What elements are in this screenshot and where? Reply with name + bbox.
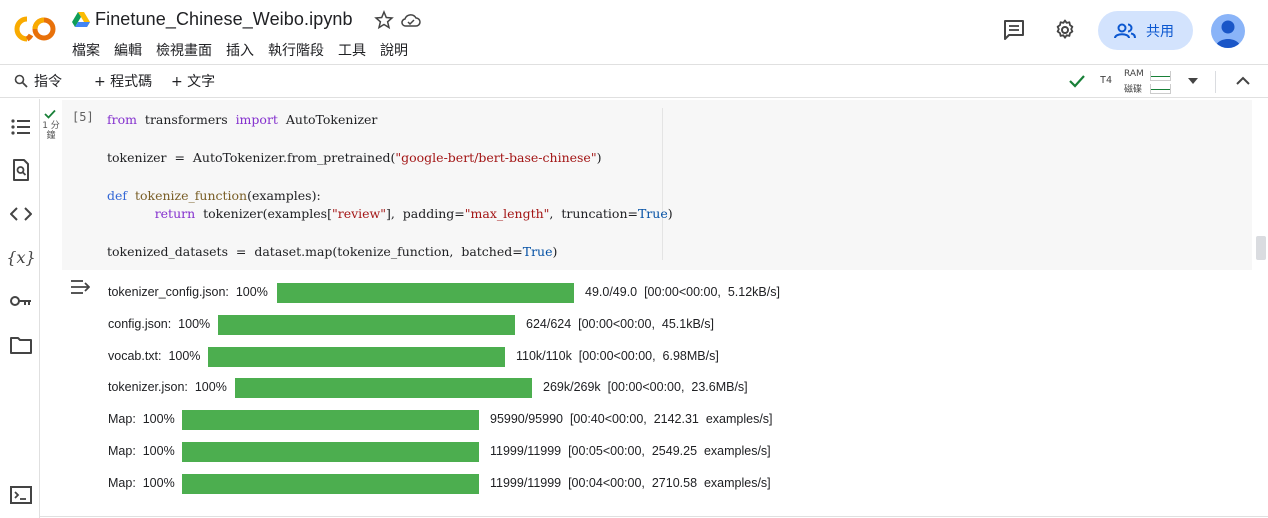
progress-label: config.json: 100% (108, 316, 211, 331)
cell-success-check-icon (44, 109, 56, 119)
progress-label: vocab.txt: 100% (108, 348, 201, 363)
progress-row: vocab.txt: 100% 110k/110k [00:00<00:00, 6… (108, 346, 828, 367)
scrollbar-thumb[interactable] (1256, 236, 1266, 260)
progress-row: Map: 100% 11999/11999 [00:05<00:00, 2549.… (108, 442, 828, 462)
progress-bar (277, 283, 574, 303)
exec-time-line1: 1 分 (42, 121, 60, 131)
disk-usage-bar[interactable] (1150, 84, 1171, 94)
progress-label: Map: 100% (108, 444, 175, 458)
progress-row: config.json: 100% 624/624 [00:00<00:00, 4… (108, 314, 828, 335)
gear-icon[interactable] (1054, 19, 1076, 41)
add-code-label: + 程式碼 (94, 74, 153, 90)
output-collapse-icon[interactable] (70, 278, 90, 296)
progress-label: Map: 100% (108, 412, 175, 427)
left-rail: {x} (0, 99, 40, 518)
progress-row: tokenizer.json: 100% 269k/269k [00:00<00:… (108, 378, 828, 399)
code-line: tokenized_datasets = dataset.map(tokeniz… (107, 244, 558, 260)
progress-label: tokenizer.json: 100% (108, 380, 227, 395)
progress-bar (208, 346, 505, 367)
progress-stats: 49.0/49.0 [00:00<00:00, 5.12kB/s] (585, 285, 780, 299)
menu-tools[interactable]: 工具 (338, 40, 380, 60)
terminal-icon[interactable] (9, 483, 33, 507)
share-button[interactable]: 共用 (1098, 11, 1193, 50)
disk-label: 磁碟 (1124, 85, 1143, 95)
progress-row: Map: 100% 95990/95990 [00:40<00:00, 2142.… (108, 410, 828, 431)
code-line: from transformers import AutoTokenizer (107, 112, 378, 127)
add-text-label: + 文字 (171, 74, 216, 90)
code-line: tokenizer = AutoTokenizer.from_pretraine… (107, 149, 602, 165)
progress-bar (182, 410, 479, 431)
google-drive-icon[interactable] (72, 12, 90, 28)
menu-runtime[interactable]: 執行階段 (268, 40, 338, 60)
menu-insert[interactable]: 插入 (226, 40, 268, 60)
notebook-title[interactable]: Finetune_Chinese_Weibo.ipynb (95, 9, 353, 30)
command-palette-button[interactable]: 指令 (14, 71, 62, 91)
progress-stats: 11999/11999 [00:04<00:00, 2710.58 exampl… (490, 475, 771, 490)
progress-label: tokenizer_config.json: 100% (108, 285, 268, 299)
exec-time-line2: 鐘 (46, 131, 56, 141)
files-folder-icon[interactable] (9, 333, 33, 357)
execution-count[interactable]: [5] (72, 110, 94, 124)
progress-label: Map: 100% (108, 475, 175, 490)
divider (1215, 71, 1216, 93)
code-snippets-icon[interactable] (9, 202, 33, 226)
toc-icon[interactable] (9, 115, 33, 139)
runtime-gpu[interactable]: T4 (1100, 75, 1112, 86)
app-header: Finetune_Chinese_Weibo.ipynb 檔案 編輯 檢視畫面 … (0, 0, 1268, 64)
cloud-saved-icon[interactable] (401, 11, 421, 29)
colab-logo[interactable] (14, 14, 58, 44)
star-icon[interactable] (374, 10, 394, 30)
search-icon (14, 74, 28, 88)
progress-stats: 11999/11999 [00:05<00:00, 2549.25 exampl… (490, 444, 771, 458)
code-editor[interactable]: from transformers import AutoTokenizer t… (107, 111, 673, 262)
secrets-key-icon[interactable] (9, 289, 33, 313)
code-line: def tokenize_function(examples): (107, 187, 321, 203)
person-icon (1215, 20, 1241, 48)
ram-label: RAM (1124, 69, 1144, 79)
cell-exec-time: 1 分 鐘 (42, 121, 60, 141)
code-line: return tokenizer(examples["review"], pad… (154, 206, 673, 222)
menu-edit[interactable]: 編輯 (114, 40, 156, 60)
progress-bar (182, 442, 479, 462)
progress-stats: 624/624 [00:00<00:00, 45.1kB/s] (526, 316, 714, 331)
comment-icon[interactable] (1003, 19, 1025, 41)
people-icon (1114, 23, 1136, 38)
check-icon[interactable] (1067, 71, 1087, 91)
menu-help[interactable]: 說明 (380, 40, 422, 60)
command-label: 指令 (34, 74, 62, 90)
progress-bar (182, 473, 479, 494)
divider (40, 516, 1268, 517)
progress-bar (235, 378, 532, 399)
progress-stats: 269k/269k [00:00<00:00, 23.6MB/s] (543, 380, 748, 395)
add-code-button[interactable]: + 程式碼 (94, 71, 152, 91)
progress-row: Map: 100% 11999/11999 [00:04<00:00, 2710.… (108, 473, 828, 494)
notebook-toolbar: 指令 + 程式碼 + 文字 T4 RAM 磁碟 (0, 64, 1268, 98)
avatar[interactable] (1211, 14, 1245, 48)
add-text-button[interactable]: + 文字 (171, 71, 215, 91)
variables-icon[interactable]: {x} (6, 245, 35, 269)
progress-row: tokenizer_config.json: 100% 49.0/49.0 [00… (108, 283, 828, 303)
chevron-up-icon[interactable] (1234, 73, 1252, 89)
share-label: 共用 (1146, 23, 1174, 40)
menu-bar: 檔案 編輯 檢視畫面 插入 執行階段 工具 說明 (72, 40, 422, 60)
find-replace-icon[interactable] (9, 158, 33, 182)
menu-view[interactable]: 檢視畫面 (156, 40, 226, 60)
progress-stats: 95990/95990 [00:40<00:00, 2142.31 exampl… (490, 412, 773, 427)
progress-bar (218, 314, 515, 335)
ram-usage-bar[interactable] (1150, 71, 1171, 81)
progress-stats: 110k/110k [00:00<00:00, 6.98MB/s] (516, 348, 719, 363)
menu-file[interactable]: 檔案 (72, 40, 114, 60)
chevron-down-icon[interactable] (1186, 75, 1200, 87)
